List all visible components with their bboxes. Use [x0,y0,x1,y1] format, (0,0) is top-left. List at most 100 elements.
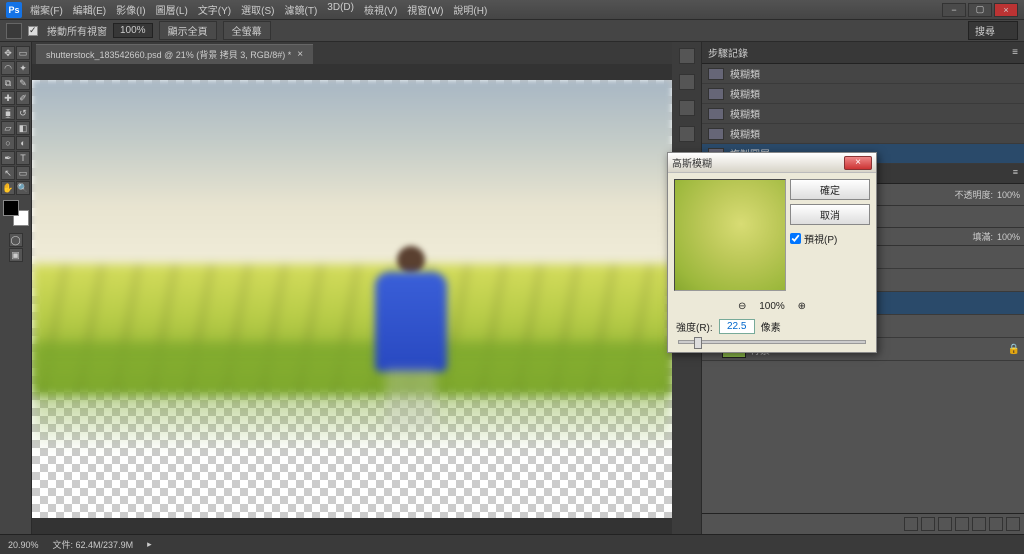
history-header[interactable]: 步驟記錄 ≡ [702,42,1024,64]
history-brush-tool-icon[interactable]: ↺ [16,106,30,120]
zoom-out-icon[interactable]: ⊖ [735,299,749,313]
options-bar: 捲動所有視窗 100% 顯示全頁 全螢幕 搜尋 [0,20,1024,42]
radius-label: 強度(R): [676,319,713,334]
gradient-tool-icon[interactable]: ◧ [16,121,30,135]
document-tab-label: shutterstock_183542660.psd @ 21% (背景 拷貝 … [46,48,291,61]
shape-tool-icon[interactable]: ▭ [16,166,30,180]
close-button[interactable]: × [994,3,1018,17]
hand-tool-icon[interactable]: ✋ [1,181,15,195]
blur-tool-icon[interactable]: ○ [1,136,15,150]
image-content [32,80,672,518]
delete-layer-icon[interactable] [1006,517,1020,531]
menu-layer[interactable]: 圖層(L) [156,2,188,17]
minimize-button[interactable]: − [942,3,966,17]
status-arrow-icon[interactable]: ▸ [147,539,152,550]
scroll-all-label: 捲動所有視窗 [47,23,107,38]
history-panel: 步驟記錄 ≡ 模糊類 模糊類 模糊類 模糊類 複製圖層 [702,42,1024,164]
dodge-tool-icon[interactable]: ◐ [16,136,30,150]
eraser-tool-icon[interactable]: ▱ [1,121,15,135]
history-item[interactable]: 模糊類 [702,84,1024,104]
zoom-in-icon[interactable]: ⊕ [795,299,809,313]
menu-type[interactable]: 文字(Y) [198,2,231,17]
zoom-tool-icon[interactable]: 🔍 [16,181,30,195]
scroll-all-checkbox[interactable] [28,26,38,36]
fill-value[interactable]: 100% [997,232,1020,242]
info-panel-icon[interactable] [679,100,695,116]
brush-tool-icon[interactable]: ✐ [16,91,30,105]
lasso-tool-icon[interactable]: ◠ [1,61,15,75]
move-tool-icon[interactable]: ✥ [1,46,15,60]
history-item[interactable]: 模糊類 [702,64,1024,84]
wand-tool-icon[interactable]: ✦ [16,61,30,75]
radius-slider[interactable] [678,340,866,344]
canvas[interactable] [32,80,672,518]
screenmode-icon[interactable]: ▣ [9,248,23,262]
menu-3d[interactable]: 3D(D) [327,2,354,17]
blur-preview[interactable] [674,179,786,291]
history-item-label: 模糊類 [730,66,760,81]
history-item[interactable]: 模糊類 [702,104,1024,124]
document-tab[interactable]: shutterstock_183542660.psd @ 21% (背景 拷貝 … [36,44,313,64]
path-tool-icon[interactable]: ↖ [1,166,15,180]
fullscreen-button[interactable]: 全螢幕 [223,21,271,40]
menu-window[interactable]: 視窗(W) [407,2,443,17]
dialog-close-button[interactable]: × [844,156,872,170]
preview-checkbox-input[interactable] [790,233,801,244]
gaussian-blur-dialog: 高斯模糊 × 確定 取消 預視(P) ⊖ 1 [667,152,877,353]
fit-screen-button[interactable]: 顯示全頁 [159,21,217,40]
panel-menu-icon[interactable]: ≡ [1007,164,1024,183]
adjustments-panel-icon[interactable] [679,126,695,142]
tab-close-icon[interactable]: × [297,49,303,60]
history-thumb-icon [708,88,724,100]
slider-thumb[interactable] [694,337,702,349]
layer-style-icon[interactable] [921,517,935,531]
current-tool-icon[interactable] [6,23,22,39]
type-tool-icon[interactable]: T [16,151,30,165]
preview-checkbox[interactable]: 預視(P) [790,231,870,246]
lock-icon: 🔒 [1008,344,1020,355]
maximize-button[interactable]: ▢ [968,3,992,17]
history-thumb-icon [708,68,724,80]
pen-tool-icon[interactable]: ✒ [1,151,15,165]
menu-select[interactable]: 選取(S) [241,2,274,17]
app-logo: Ps [6,2,22,18]
history-item[interactable]: 模糊類 [702,124,1024,144]
menu-edit[interactable]: 編輯(E) [73,2,106,17]
layer-mask-icon[interactable] [938,517,952,531]
adjustment-layer-icon[interactable] [955,517,969,531]
quickmask-icon[interactable]: ◯ [9,233,23,247]
document-area: shutterstock_183542660.psd @ 21% (背景 拷貝 … [32,42,672,534]
color-swatch[interactable] [3,200,29,226]
link-layers-icon[interactable] [904,517,918,531]
history-item-label: 模糊類 [730,106,760,121]
dialog-title: 高斯模糊 [672,155,712,170]
stamp-tool-icon[interactable]: ⧯ [1,106,15,120]
zoom-field[interactable]: 100% [113,23,153,38]
cancel-button[interactable]: 取消 [790,204,870,225]
opacity-label: 不透明度: [954,188,993,201]
eyedropper-tool-icon[interactable]: ✎ [16,76,30,90]
healing-tool-icon[interactable]: ✚ [1,91,15,105]
opacity-value[interactable]: 100% [997,190,1020,200]
panel-menu-icon[interactable]: ≡ [1012,47,1018,58]
menu-help[interactable]: 說明(H) [453,2,487,17]
radius-input[interactable] [719,319,755,334]
ok-button[interactable]: 確定 [790,179,870,200]
color-panel-icon[interactable] [679,48,695,64]
swatches-panel-icon[interactable] [679,74,695,90]
menu-view[interactable]: 檢視(V) [364,2,397,17]
crop-tool-icon[interactable]: ⧉ [1,76,15,90]
status-zoom[interactable]: 20.90% [8,540,39,550]
history-thumb-icon [708,108,724,120]
menu-filter[interactable]: 濾鏡(T) [285,2,318,17]
menu-file[interactable]: 檔案(F) [30,2,63,17]
menu-image[interactable]: 影像(I) [116,2,145,17]
marquee-tool-icon[interactable]: ▭ [16,46,30,60]
layer-buttons [702,513,1024,534]
status-bar: 20.90% 文件: 62.4M/237.9M ▸ [0,534,1024,554]
search-field[interactable]: 搜尋 [968,21,1018,40]
group-icon[interactable] [972,517,986,531]
menu-bar: Ps 檔案(F) 編輯(E) 影像(I) 圖層(L) 文字(Y) 選取(S) 濾… [0,0,1024,20]
dialog-titlebar[interactable]: 高斯模糊 × [668,153,876,173]
new-layer-icon[interactable] [989,517,1003,531]
